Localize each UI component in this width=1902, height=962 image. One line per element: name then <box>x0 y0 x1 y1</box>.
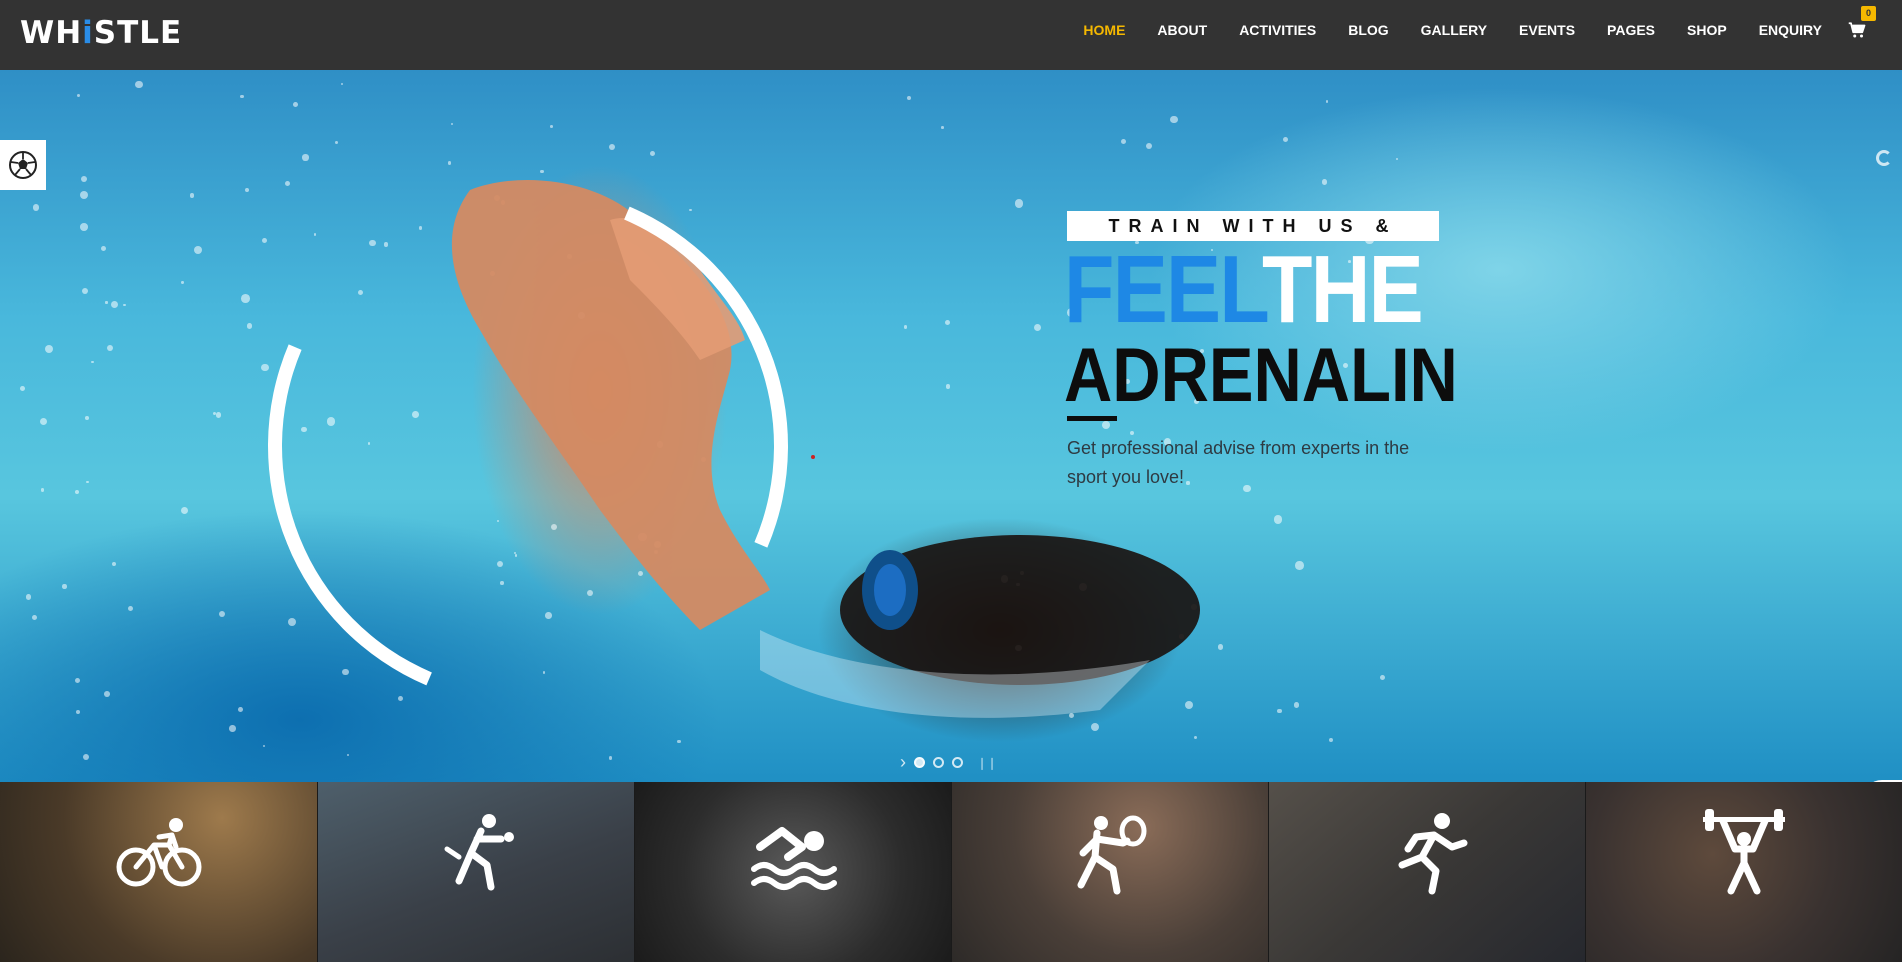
logo-text-accent: i <box>82 15 94 51</box>
slider-dot-3[interactable] <box>952 757 963 768</box>
site-header: WHiSTLE HOME ABOUT ACTIVITIES BLOG GALLE… <box>0 0 1902 70</box>
hero-headline-line2: ADRENALIN <box>1064 333 1458 418</box>
cart-button[interactable]: 0 <box>1848 6 1876 41</box>
slider-controls: › ❘❘ <box>900 752 997 773</box>
tennis-icon <box>1077 815 1147 895</box>
cart-icon <box>1848 22 1866 38</box>
slider-pause-icon[interactable]: ❘❘ <box>977 756 997 770</box>
slider-dot-1[interactable] <box>914 757 925 768</box>
swimming-icon <box>751 827 837 890</box>
cycling-icon <box>116 818 201 887</box>
nav-blog[interactable]: BLOG <box>1332 22 1404 38</box>
headline-the: THE <box>1261 236 1424 343</box>
hero-divider <box>1067 416 1117 421</box>
site-logo[interactable]: WHiSTLE <box>20 14 182 52</box>
nav-about[interactable]: ABOUT <box>1141 22 1223 38</box>
loading-spinner-icon <box>1876 150 1892 166</box>
activities-strip <box>0 782 1902 962</box>
nav-gallery[interactable]: GALLERY <box>1405 22 1503 38</box>
decorative-dot <box>811 455 815 459</box>
sport-switcher-button[interactable] <box>0 140 46 190</box>
activity-tile-swimming[interactable] <box>634 782 951 962</box>
soccer-ball-icon <box>9 151 37 179</box>
logo-text-prefix: WH <box>20 15 83 51</box>
logo-text-suffix: STLE <box>93 15 183 51</box>
hero-subtext: Get professional advise from experts in … <box>1067 438 1410 487</box>
hero-slider: TRAIN WITH US & FEELTHE ADRENALIN Get pr… <box>0 70 1902 782</box>
golf-swing-icon <box>444 814 514 891</box>
activity-tile-cycling[interactable] <box>0 782 317 962</box>
activity-tile-golf[interactable] <box>317 782 634 962</box>
weightlifting-icon <box>1703 809 1785 895</box>
slider-next-arrow-icon[interactable]: › <box>900 752 906 773</box>
activity-tile-running[interactable] <box>1268 782 1585 962</box>
nav-activities[interactable]: ACTIVITIES <box>1223 22 1332 38</box>
nav-enquiry[interactable]: ENQUIRY <box>1743 22 1838 38</box>
activity-tile-weightlifting[interactable] <box>1585 782 1902 962</box>
hero-headline-line1: FEELTHE <box>1064 240 1424 340</box>
activity-tile-tennis[interactable] <box>951 782 1268 962</box>
headline-feel: FEEL <box>1064 236 1264 343</box>
nav-events[interactable]: EVENTS <box>1503 22 1591 38</box>
main-nav: HOME ABOUT ACTIVITIES BLOG GALLERY EVENT… <box>1067 0 1902 60</box>
nav-shop[interactable]: SHOP <box>1671 22 1743 38</box>
slider-dot-2[interactable] <box>933 757 944 768</box>
running-icon <box>1398 813 1468 895</box>
nav-pages[interactable]: PAGES <box>1591 22 1671 38</box>
nav-home[interactable]: HOME <box>1067 22 1141 38</box>
cart-count-badge: 0 <box>1861 6 1876 21</box>
